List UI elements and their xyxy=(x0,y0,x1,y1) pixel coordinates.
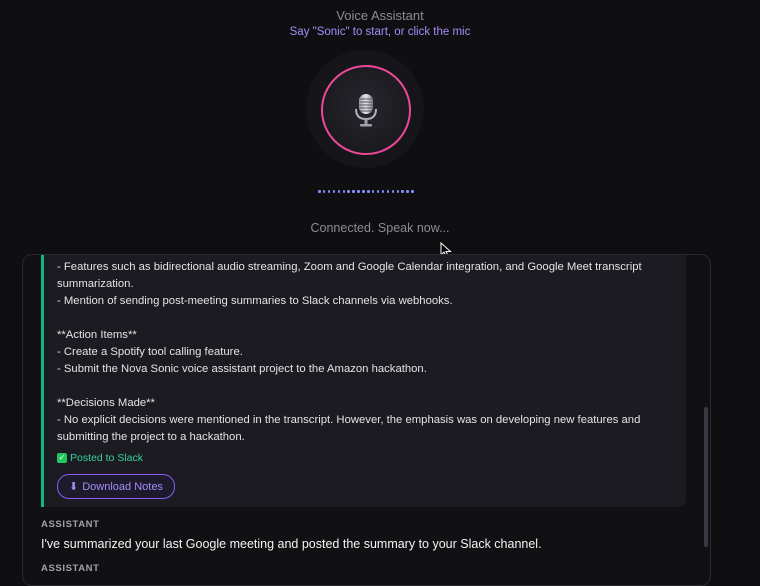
connection-status: Connected. Speak now... xyxy=(310,221,450,235)
posted-badge: ✓ Posted to Slack xyxy=(57,452,143,464)
chat-panel[interactable]: - Features such as bidirectional audio s… xyxy=(22,254,711,586)
download-arrow-icon: ⬇ xyxy=(69,481,79,493)
mic-button[interactable] xyxy=(321,65,411,155)
assistant-role-label: ASSISTANT xyxy=(41,519,100,530)
summary-line: - Submit the Nova Sonic voice assistant … xyxy=(57,363,427,375)
assistant-message-text: I've summarized your last Google meeting… xyxy=(41,537,542,551)
section-heading: **Decisions Made** xyxy=(57,397,155,409)
summary-line: - Mention of sending post-meeting summar… xyxy=(57,295,453,307)
download-notes-button[interactable]: ⬇ Download Notes xyxy=(57,474,175,499)
summary-line: - Create a Spotify tool calling feature. xyxy=(57,346,243,358)
summary-text: - Features such as bidirectional audio s… xyxy=(57,259,682,446)
chat-scrollbar[interactable] xyxy=(704,407,708,547)
summary-line: - No explicit decisions were mentioned i… xyxy=(57,414,641,443)
app-title: Voice Assistant xyxy=(336,8,424,23)
summary-line: - Features such as bidirectional audio s… xyxy=(57,261,642,290)
posted-label: Posted to Slack xyxy=(70,452,143,464)
check-icon: ✓ xyxy=(57,453,67,463)
app-subtitle: Say "Sonic" to start, or click the mic xyxy=(289,26,471,38)
assistant-role-label: ASSISTANT xyxy=(41,563,100,574)
audio-level-dots xyxy=(318,190,414,194)
section-heading: **Action Items** xyxy=(57,329,137,341)
download-label: Download Notes xyxy=(82,480,163,493)
microphone-icon xyxy=(355,94,377,127)
summary-message: - Features such as bidirectional audio s… xyxy=(41,255,686,507)
